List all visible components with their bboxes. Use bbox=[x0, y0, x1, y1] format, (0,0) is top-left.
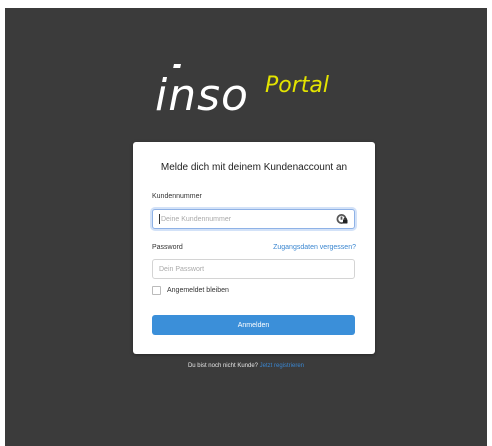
password-manager-icon[interactable] bbox=[336, 213, 348, 225]
forgot-credentials-link[interactable]: Zugangsdaten vergessen? bbox=[273, 244, 356, 251]
text-caret bbox=[159, 214, 160, 224]
signup-prompt: Du bist noch nicht Kunde? Jetzt registri… bbox=[5, 363, 487, 369]
customer-number-field[interactable]: Deine Kundennummer bbox=[152, 209, 355, 229]
login-button[interactable]: Anmelden bbox=[152, 315, 355, 335]
inso-portal-logo: inso Portal bbox=[153, 64, 373, 120]
password-field[interactable]: Dein Passwort bbox=[152, 259, 355, 279]
password-label: Password bbox=[152, 244, 183, 251]
signup-text: Du bist noch nicht Kunde? bbox=[187, 363, 258, 369]
register-link[interactable]: Jetzt registrieren bbox=[260, 363, 304, 369]
login-card: Melde dich mit deinem Kundenaccount an K… bbox=[133, 142, 375, 354]
password-placeholder: Dein Passwort bbox=[159, 265, 205, 273]
customer-number-placeholder: Deine Kundennummer bbox=[161, 215, 232, 223]
login-screen: inso Portal Melde dich mit deinem Kunden… bbox=[5, 8, 487, 446]
logo-sub-text: Portal bbox=[265, 73, 329, 98]
remember-checkbox[interactable] bbox=[152, 286, 161, 295]
customer-number-label: Kundennummer bbox=[152, 193, 202, 200]
logo-main-text: inso bbox=[155, 70, 249, 120]
login-title: Melde dich mit deinem Kundenaccount an bbox=[160, 162, 348, 173]
remember-label: Angemeldet bleiben bbox=[167, 287, 229, 294]
remember-me[interactable]: Angemeldet bleiben bbox=[152, 286, 229, 295]
